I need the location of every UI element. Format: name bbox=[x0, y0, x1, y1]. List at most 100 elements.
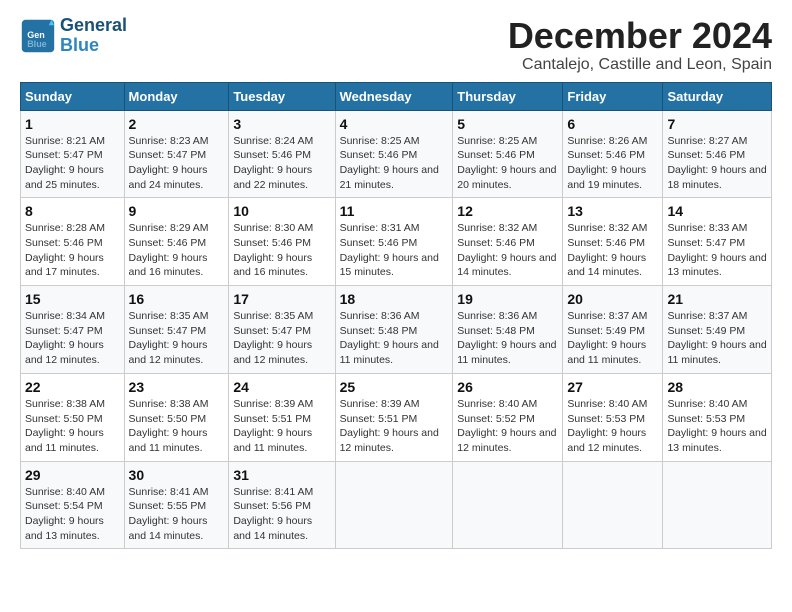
logo-general-text: General bbox=[60, 15, 127, 35]
calendar-cell: 14Sunrise: 8:33 AMSunset: 5:47 PMDayligh… bbox=[663, 198, 772, 286]
title-block: December 2024 Cantalejo, Castille and Le… bbox=[508, 16, 772, 74]
day-header-thursday: Thursday bbox=[453, 82, 563, 110]
day-info: Sunrise: 8:40 AMSunset: 5:53 PMDaylight:… bbox=[567, 397, 658, 456]
calendar-cell: 26Sunrise: 8:40 AMSunset: 5:52 PMDayligh… bbox=[453, 373, 563, 461]
day-header-tuesday: Tuesday bbox=[229, 82, 335, 110]
day-number: 2 bbox=[129, 116, 225, 132]
logo-blue-text: Blue bbox=[60, 35, 99, 55]
day-number: 7 bbox=[667, 116, 767, 132]
day-info: Sunrise: 8:28 AMSunset: 5:46 PMDaylight:… bbox=[25, 221, 120, 280]
calendar-cell: 17Sunrise: 8:35 AMSunset: 5:47 PMDayligh… bbox=[229, 286, 335, 374]
day-info: Sunrise: 8:41 AMSunset: 5:55 PMDaylight:… bbox=[129, 485, 225, 544]
day-info: Sunrise: 8:26 AMSunset: 5:46 PMDaylight:… bbox=[567, 134, 658, 193]
day-info: Sunrise: 8:39 AMSunset: 5:51 PMDaylight:… bbox=[233, 397, 330, 456]
day-header-saturday: Saturday bbox=[663, 82, 772, 110]
day-number: 17 bbox=[233, 291, 330, 307]
day-info: Sunrise: 8:33 AMSunset: 5:47 PMDaylight:… bbox=[667, 221, 767, 280]
calendar-cell bbox=[563, 461, 663, 549]
day-number: 24 bbox=[233, 379, 330, 395]
calendar-cell: 21 Sunrise: 8:37 AMSunset: 5:49 PMDayligh… bbox=[663, 286, 772, 374]
calendar-cell: 15 Sunrise: 8:34 AMSunset: 5:47 PMDayligh… bbox=[21, 286, 125, 374]
calendar-cell: 6 Sunrise: 8:26 AMSunset: 5:46 PMDaylight… bbox=[563, 110, 663, 198]
day-header-friday: Friday bbox=[563, 82, 663, 110]
day-info: Sunrise: 8:24 AMSunset: 5:46 PMDaylight:… bbox=[233, 134, 330, 193]
calendar-cell: 30 Sunrise: 8:41 AMSunset: 5:55 PMDayligh… bbox=[124, 461, 229, 549]
calendar-cell: 8Sunrise: 8:28 AMSunset: 5:46 PMDaylight… bbox=[21, 198, 125, 286]
day-info: Sunrise: 8:38 AMSunset: 5:50 PMDaylight:… bbox=[25, 397, 120, 456]
day-number: 9 bbox=[129, 203, 225, 219]
day-number: 4 bbox=[340, 116, 449, 132]
day-number: 27 bbox=[567, 379, 658, 395]
calendar-table: SundayMondayTuesdayWednesdayThursdayFrid… bbox=[20, 82, 772, 550]
day-info: Sunrise: 8:36 AMSunset: 5:48 PMDaylight:… bbox=[457, 309, 558, 368]
calendar-cell: 27 Sunrise: 8:40 AMSunset: 5:53 PMDayligh… bbox=[563, 373, 663, 461]
day-info: Sunrise: 8:40 AMSunset: 5:54 PMDaylight:… bbox=[25, 485, 120, 544]
calendar-header-row: SundayMondayTuesdayWednesdayThursdayFrid… bbox=[21, 82, 772, 110]
day-header-monday: Monday bbox=[124, 82, 229, 110]
day-info: Sunrise: 8:21 AMSunset: 5:47 PMDaylight:… bbox=[25, 134, 120, 193]
calendar-cell: 29 Sunrise: 8:40 AMSunset: 5:54 PMDayligh… bbox=[21, 461, 125, 549]
location: Cantalejo, Castille and Leon, Spain bbox=[508, 56, 772, 74]
day-info: Sunrise: 8:37 AMSunset: 5:49 PMDaylight:… bbox=[667, 309, 767, 368]
day-number: 10 bbox=[233, 203, 330, 219]
calendar-cell: 2 Sunrise: 8:23 AMSunset: 5:47 PMDaylight… bbox=[124, 110, 229, 198]
calendar-cell: 19 Sunrise: 8:36 AMSunset: 5:48 PMDayligh… bbox=[453, 286, 563, 374]
day-info: Sunrise: 8:29 AMSunset: 5:46 PMDaylight:… bbox=[129, 221, 225, 280]
day-info: Sunrise: 8:35 AMSunset: 5:47 PMDaylight:… bbox=[129, 309, 225, 368]
calendar-cell: 31Sunrise: 8:41 AMSunset: 5:56 PMDayligh… bbox=[229, 461, 335, 549]
calendar-cell: 3 Sunrise: 8:24 AMSunset: 5:46 PMDaylight… bbox=[229, 110, 335, 198]
calendar-cell bbox=[663, 461, 772, 549]
day-info: Sunrise: 8:31 AMSunset: 5:46 PMDaylight:… bbox=[340, 221, 449, 280]
day-number: 3 bbox=[233, 116, 330, 132]
day-info: Sunrise: 8:40 AMSunset: 5:53 PMDaylight:… bbox=[667, 397, 767, 456]
calendar-week-4: 22 Sunrise: 8:38 AMSunset: 5:50 PMDayligh… bbox=[21, 373, 772, 461]
day-info: Sunrise: 8:37 AMSunset: 5:49 PMDaylight:… bbox=[567, 309, 658, 368]
calendar-cell: 22 Sunrise: 8:38 AMSunset: 5:50 PMDayligh… bbox=[21, 373, 125, 461]
month-title: December 2024 bbox=[508, 16, 772, 56]
day-number: 29 bbox=[25, 467, 120, 483]
calendar-cell: 25Sunrise: 8:39 AMSunset: 5:51 PMDayligh… bbox=[335, 373, 453, 461]
day-header-wednesday: Wednesday bbox=[335, 82, 453, 110]
day-number: 15 bbox=[25, 291, 120, 307]
calendar-cell: 7 Sunrise: 8:27 AMSunset: 5:46 PMDaylight… bbox=[663, 110, 772, 198]
calendar-week-3: 15 Sunrise: 8:34 AMSunset: 5:47 PMDayligh… bbox=[21, 286, 772, 374]
calendar-cell: 11Sunrise: 8:31 AMSunset: 5:46 PMDayligh… bbox=[335, 198, 453, 286]
calendar-week-2: 8Sunrise: 8:28 AMSunset: 5:46 PMDaylight… bbox=[21, 198, 772, 286]
day-header-sunday: Sunday bbox=[21, 82, 125, 110]
calendar-cell: 10Sunrise: 8:30 AMSunset: 5:46 PMDayligh… bbox=[229, 198, 335, 286]
calendar-cell: 16Sunrise: 8:35 AMSunset: 5:47 PMDayligh… bbox=[124, 286, 229, 374]
day-number: 28 bbox=[667, 379, 767, 395]
day-info: Sunrise: 8:32 AMSunset: 5:46 PMDaylight:… bbox=[567, 221, 658, 280]
page-header: Gen Blue General Blue December 2024 Cant… bbox=[20, 16, 772, 74]
calendar-cell: 9 Sunrise: 8:29 AMSunset: 5:46 PMDaylight… bbox=[124, 198, 229, 286]
day-info: Sunrise: 8:38 AMSunset: 5:50 PMDaylight:… bbox=[129, 397, 225, 456]
day-number: 18 bbox=[340, 291, 449, 307]
day-info: Sunrise: 8:32 AMSunset: 5:46 PMDaylight:… bbox=[457, 221, 558, 280]
calendar-cell bbox=[335, 461, 453, 549]
day-number: 31 bbox=[233, 467, 330, 483]
calendar-cell: 5Sunrise: 8:25 AMSunset: 5:46 PMDaylight… bbox=[453, 110, 563, 198]
day-number: 30 bbox=[129, 467, 225, 483]
calendar-cell: 12 Sunrise: 8:32 AMSunset: 5:46 PMDayligh… bbox=[453, 198, 563, 286]
calendar-cell bbox=[453, 461, 563, 549]
day-number: 23 bbox=[129, 379, 225, 395]
day-number: 22 bbox=[25, 379, 120, 395]
day-number: 5 bbox=[457, 116, 558, 132]
day-number: 13 bbox=[567, 203, 658, 219]
calendar-cell: 13 Sunrise: 8:32 AMSunset: 5:46 PMDayligh… bbox=[563, 198, 663, 286]
calendar-cell: 23 Sunrise: 8:38 AMSunset: 5:50 PMDayligh… bbox=[124, 373, 229, 461]
day-number: 25 bbox=[340, 379, 449, 395]
calendar-week-5: 29 Sunrise: 8:40 AMSunset: 5:54 PMDayligh… bbox=[21, 461, 772, 549]
day-number: 26 bbox=[457, 379, 558, 395]
day-number: 6 bbox=[567, 116, 658, 132]
day-info: Sunrise: 8:34 AMSunset: 5:47 PMDaylight:… bbox=[25, 309, 120, 368]
calendar-cell: 24 Sunrise: 8:39 AMSunset: 5:51 PMDayligh… bbox=[229, 373, 335, 461]
day-info: Sunrise: 8:25 AMSunset: 5:46 PMDaylight:… bbox=[340, 134, 449, 193]
day-number: 1 bbox=[25, 116, 120, 132]
day-number: 19 bbox=[457, 291, 558, 307]
calendar-week-1: 1 Sunrise: 8:21 AMSunset: 5:47 PMDaylight… bbox=[21, 110, 772, 198]
day-info: Sunrise: 8:23 AMSunset: 5:47 PMDaylight:… bbox=[129, 134, 225, 193]
day-number: 12 bbox=[457, 203, 558, 219]
day-info: Sunrise: 8:27 AMSunset: 5:46 PMDaylight:… bbox=[667, 134, 767, 193]
day-number: 21 bbox=[667, 291, 767, 307]
